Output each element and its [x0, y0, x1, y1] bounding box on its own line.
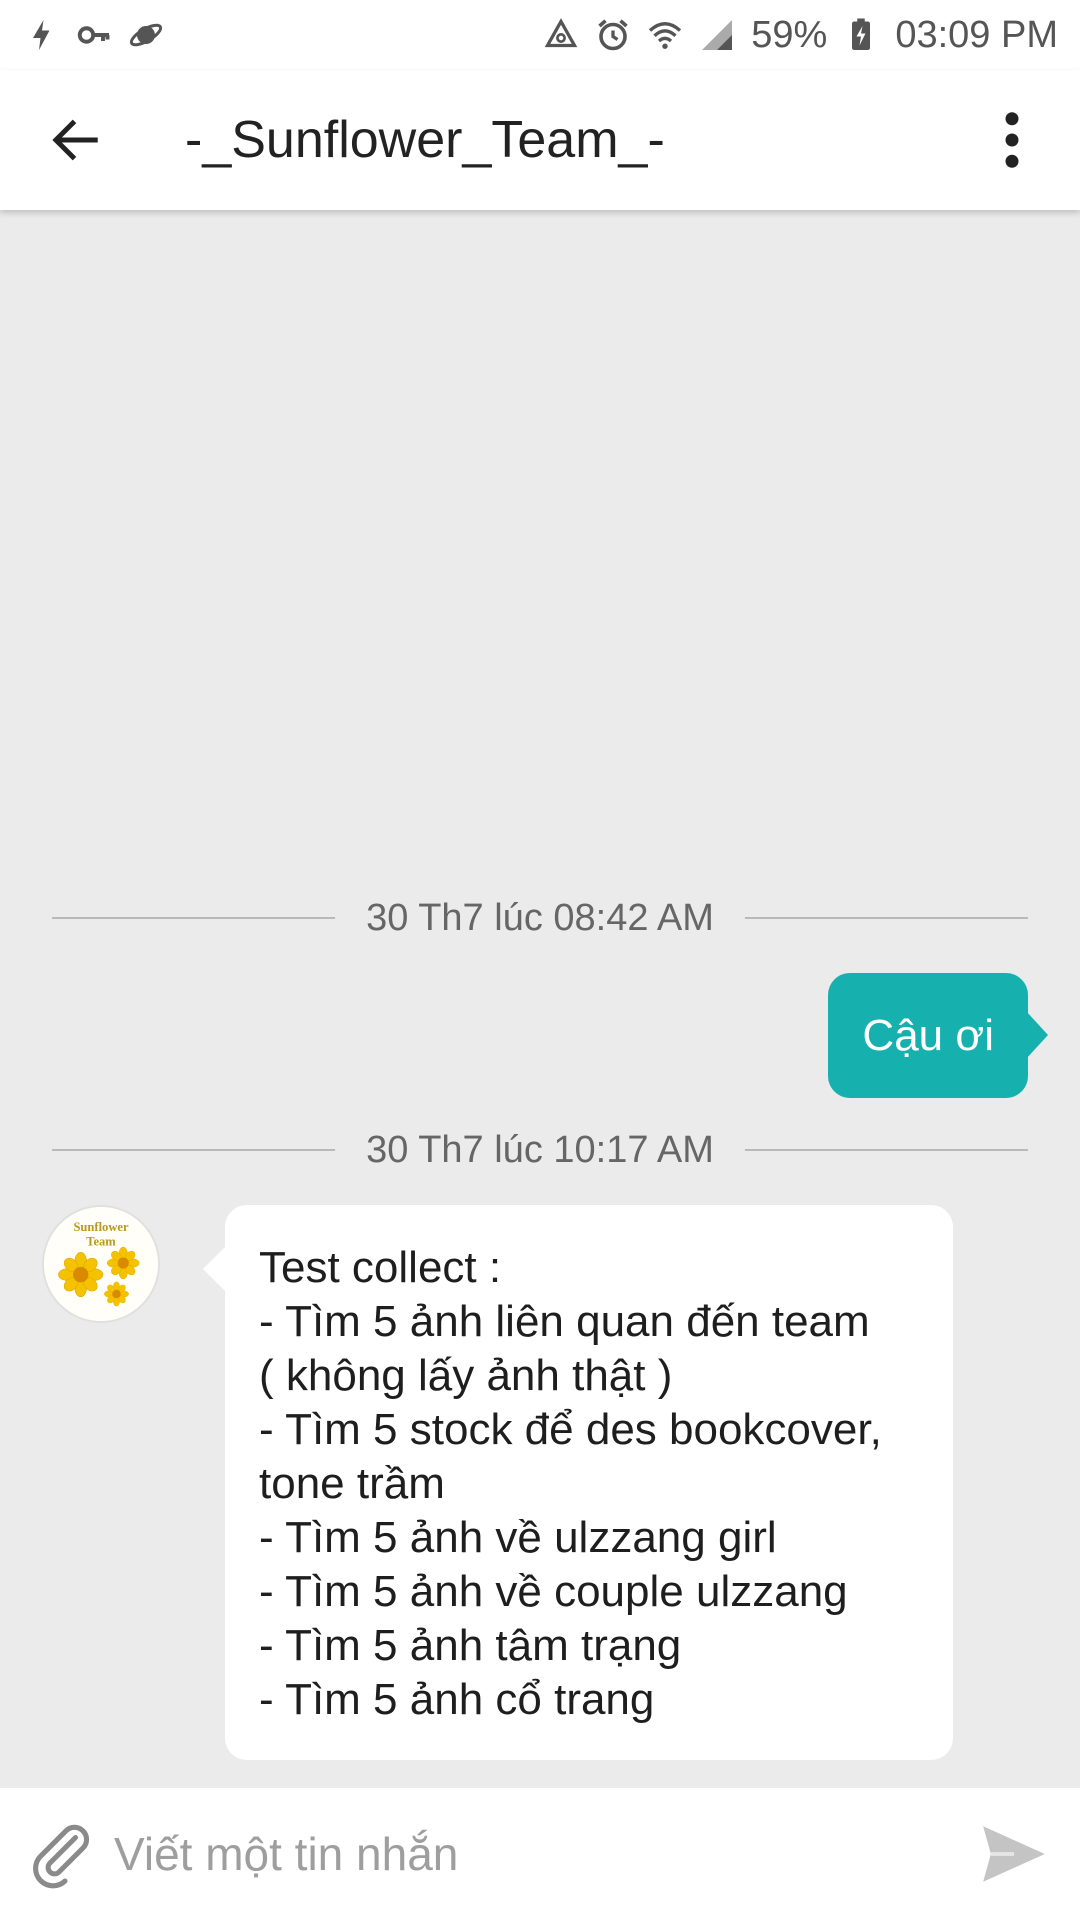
- flash-icon: [24, 17, 60, 53]
- status-left-icons: [24, 17, 164, 53]
- separator-line: [52, 917, 335, 919]
- separator-line: [745, 917, 1028, 919]
- chat-title: -_Sunflower_Team_-: [185, 111, 665, 169]
- back-button[interactable]: [40, 105, 110, 175]
- message-line: - Tìm 5 ảnh về couple ulzzang: [259, 1567, 848, 1616]
- attach-button[interactable]: [22, 1814, 102, 1894]
- date-separator: 30 Th7 lúc 08:42 AM: [52, 888, 1028, 948]
- message-input[interactable]: [114, 1804, 972, 1904]
- outgoing-message-text: Cậu ơi: [862, 1010, 994, 1060]
- status-right-icons: 59% 03:09 PM: [543, 14, 1058, 57]
- data-saver-icon: [543, 17, 579, 53]
- clock: 03:09 PM: [895, 13, 1058, 56]
- message-line: - Tìm 5 ảnh về ulzzang girl: [259, 1513, 777, 1562]
- outgoing-message[interactable]: Cậu ơi: [828, 973, 1048, 1098]
- date-separator: 30 Th7 lúc 10:17 AM: [52, 1120, 1028, 1180]
- send-button[interactable]: [972, 1812, 1056, 1896]
- message-line: ( không lấy ảnh thật ): [259, 1351, 673, 1400]
- message-list[interactable]: 30 Th7 lúc 08:42 AM Cậu ơi 30 Th7 lúc 10…: [0, 210, 1080, 1788]
- bubble-tail: [203, 1247, 225, 1291]
- app-bar: -_Sunflower_Team_-: [0, 70, 1080, 210]
- status-bar: 59% 03:09 PM: [0, 0, 1080, 70]
- message-line: tone trầm: [259, 1459, 445, 1508]
- message-line: - Tìm 5 ảnh cổ trang: [259, 1675, 655, 1724]
- message-line: - Tìm 5 stock để des bookcover,: [259, 1405, 882, 1454]
- battery-percent: 59%: [751, 13, 828, 56]
- key-icon: [76, 17, 112, 53]
- overflow-menu-button[interactable]: [982, 100, 1042, 180]
- sunflower-avatar-icon: Sunflower Team: [44, 1207, 158, 1321]
- wifi-icon: [647, 17, 683, 53]
- more-vert-icon: [1005, 112, 1019, 168]
- alarm-icon: [595, 17, 631, 53]
- message-line: - Tìm 5 ảnh liên quan đến team: [259, 1297, 870, 1346]
- avatar-text-line: Sunflower: [73, 1220, 129, 1234]
- paperclip-icon: [33, 1824, 90, 1889]
- bubble-tail: [1026, 1011, 1048, 1059]
- battery-charging-icon: [843, 17, 879, 53]
- avatar[interactable]: Sunflower Team: [42, 1205, 160, 1323]
- message-line: Test collect :: [259, 1243, 502, 1292]
- arrow-back-icon: [52, 119, 98, 161]
- planet-icon: [128, 17, 164, 53]
- date-label: 30 Th7 lúc 10:17 AM: [366, 1128, 714, 1171]
- date-label: 30 Th7 lúc 08:42 AM: [366, 896, 714, 939]
- incoming-message[interactable]: Test collect : - Tìm 5 ảnh liên quan đến…: [203, 1205, 953, 1760]
- avatar-text-line: Team: [86, 1235, 116, 1249]
- signal-icon: [699, 17, 735, 53]
- message-composer: [0, 1788, 1080, 1920]
- message-line: - Tìm 5 ảnh tâm trạng: [259, 1621, 682, 1670]
- separator-line: [745, 1149, 1028, 1151]
- send-icon: [983, 1826, 1045, 1882]
- separator-line: [52, 1149, 335, 1151]
